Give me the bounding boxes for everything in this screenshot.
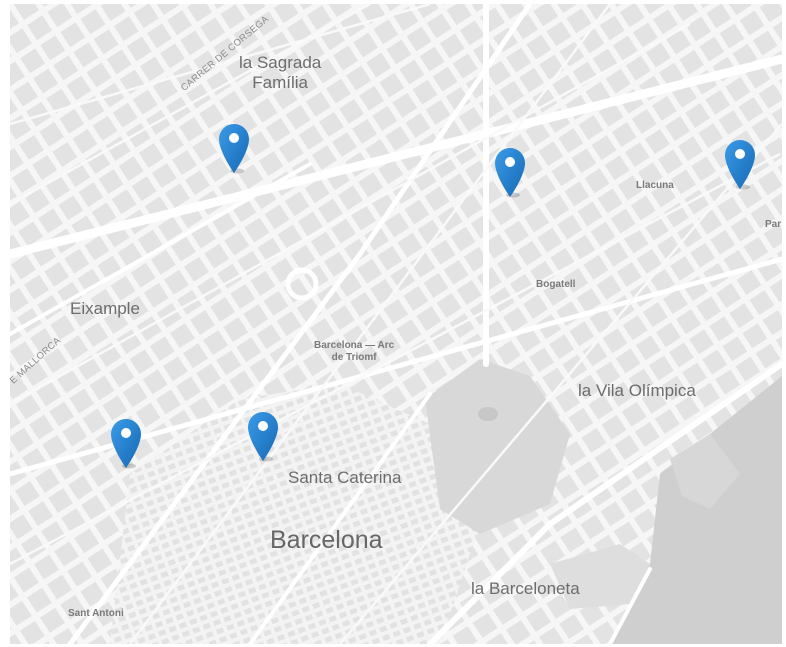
map-canvas[interactable]: la Sagrada Família CARRER DE CORSEGA Lla… (10, 4, 782, 644)
map-pin-icon (111, 419, 141, 469)
map-marker-pin[interactable] (217, 122, 251, 174)
map-base-layer (10, 4, 782, 644)
map-marker-pin[interactable] (246, 410, 280, 462)
label-barcelona: Barcelona (270, 526, 383, 554)
map-pin-icon (248, 412, 278, 462)
map-pin-icon (219, 124, 249, 174)
map-marker-pin[interactable] (723, 138, 757, 190)
label-bogatell: Bogatell (536, 279, 576, 290)
label-sant-antoni: Sant Antoni (68, 608, 124, 619)
map-pin-icon (495, 148, 525, 198)
label-par: Par (765, 219, 782, 230)
label-santa-caterina: Santa Caterina (288, 468, 402, 487)
label-arc-de-triomf: Barcelona — Arc de Triomf (314, 340, 395, 363)
map-pin-icon (725, 140, 755, 190)
label-eixample: Eixample (70, 299, 140, 318)
label-llacuna: Llacuna (636, 180, 674, 191)
map-marker-pin[interactable] (493, 146, 527, 198)
map-marker-pin[interactable] (109, 417, 143, 469)
label-sagrada-familia: la Sagrada Família (239, 53, 322, 92)
label-barceloneta: la Barceloneta (471, 579, 580, 598)
label-vila-olimpica: la Vila Olímpica (578, 381, 696, 400)
